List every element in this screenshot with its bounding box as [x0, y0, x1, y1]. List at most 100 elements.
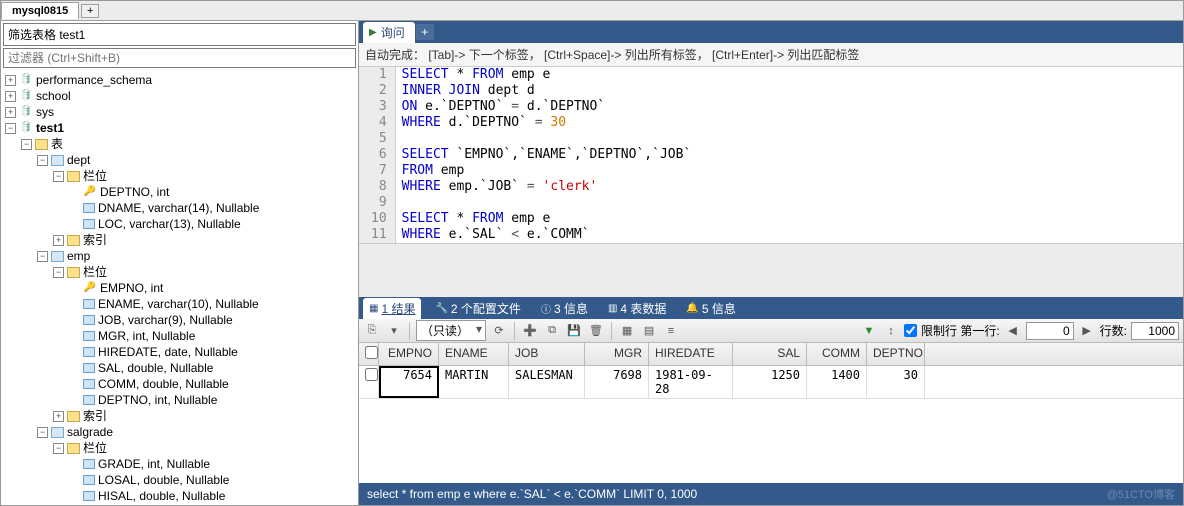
cell-mgr[interactable]: 7698	[585, 366, 649, 398]
cell-hiredate[interactable]: 1981-09-28	[649, 366, 733, 398]
code-area[interactable]: SELECT * FROM emp eINNER JOIN dept dON e…	[396, 67, 698, 243]
schema-tree[interactable]: +🛢performance_schema+🛢school+🛢sys−🛢test1…	[1, 70, 358, 505]
copy-icon[interactable]: ⧉	[543, 322, 561, 340]
tree-item[interactable]: MGR, int, Nullable	[5, 328, 356, 344]
tree-icon	[67, 267, 80, 278]
cell-empno[interactable]: 7654	[379, 366, 439, 398]
header-checkbox[interactable]	[359, 343, 379, 365]
table-row[interactable]: 7654 MARTIN SALESMAN 7698 1981-09-28 125…	[359, 366, 1183, 399]
connection-tabs: mysql0815 +	[1, 1, 1183, 21]
query-tabs: ▶ 询问 +	[359, 21, 1183, 43]
tree-icon: 🛢	[19, 89, 33, 103]
tree-item[interactable]: −🛢test1	[5, 120, 356, 136]
tree-item[interactable]: 🔑EMPNO, int	[5, 280, 356, 296]
tree-item[interactable]: −dept	[5, 152, 356, 168]
limit-checkbox[interactable]	[904, 324, 917, 337]
view-grid-icon[interactable]: ▦	[618, 322, 636, 340]
tab-result-5[interactable]: 🔔5 信息	[680, 298, 741, 319]
tree-item[interactable]: JOB, varchar(9), Nullable	[5, 312, 356, 328]
first-row-input[interactable]	[1026, 322, 1074, 340]
filter-input[interactable]	[3, 48, 356, 68]
col-deptno[interactable]: DEPTNO	[867, 343, 925, 365]
tree-item[interactable]: HIREDATE, date, Nullable	[5, 344, 356, 360]
cell-ename[interactable]: MARTIN	[439, 366, 509, 398]
tree-icon: 🔑	[83, 281, 97, 295]
add-query-tab[interactable]: +	[416, 24, 434, 40]
tree-item[interactable]: −表	[5, 136, 356, 152]
tree-item[interactable]: −salgrade	[5, 424, 356, 440]
tree-item[interactable]: +🛢performance_schema	[5, 72, 356, 88]
tree-icon	[83, 491, 95, 501]
tree-icon	[83, 219, 95, 229]
cell-deptno[interactable]: 30	[867, 366, 925, 398]
tree-item[interactable]: −栏位	[5, 264, 356, 280]
delete-icon[interactable]: 🗑	[587, 322, 605, 340]
tree-item[interactable]: COMM, double, Nullable	[5, 376, 356, 392]
col-ename[interactable]: ENAME	[439, 343, 509, 365]
tree-item[interactable]: DEPTNO, int, Nullable	[5, 392, 356, 408]
dropdown-icon[interactable]: ▾	[385, 322, 403, 340]
filter-title: 筛选表格 test1	[3, 23, 356, 46]
tree-item[interactable]: LOC, varchar(13), Nullable	[5, 216, 356, 232]
tree-icon	[83, 347, 95, 357]
tab-result-1[interactable]: ▦1 结果	[363, 298, 421, 319]
result-grid[interactable]: EMPNO ENAME JOB MGR HIREDATE SAL COMM DE…	[359, 343, 1183, 399]
tree-icon	[51, 427, 64, 438]
tree-item[interactable]: LOSAL, double, Nullable	[5, 472, 356, 488]
result-toolbar: ⎘ ▾ （只读） ⟳ ➕ ⧉ 💾 🗑 ▦ ▤ ≡ ▼ ↕ 限制行 第一行:	[359, 319, 1183, 343]
tab-result-2[interactable]: 🔧2 个配置文件	[429, 298, 526, 319]
tree-item[interactable]: −emp	[5, 248, 356, 264]
sort-icon[interactable]: ↕	[882, 322, 900, 340]
tree-icon: 🛢	[19, 73, 33, 87]
filter-icon[interactable]: ▼	[860, 322, 878, 340]
tree-icon	[83, 315, 95, 325]
refresh-icon[interactable]: ⟳	[490, 322, 508, 340]
tree-item[interactable]: SAL, double, Nullable	[5, 360, 356, 376]
col-hiredate[interactable]: HIREDATE	[649, 343, 733, 365]
cell-sal[interactable]: 1250	[733, 366, 807, 398]
readonly-select[interactable]: （只读）	[416, 320, 486, 341]
tree-item[interactable]: +索引	[5, 504, 356, 505]
tree-icon	[83, 331, 95, 341]
grid-header: EMPNO ENAME JOB MGR HIREDATE SAL COMM DE…	[359, 343, 1183, 366]
add-tab-button[interactable]: +	[81, 4, 99, 18]
tab-query[interactable]: ▶ 询问	[363, 22, 415, 43]
col-job[interactable]: JOB	[509, 343, 585, 365]
tab-connection[interactable]: mysql0815	[1, 2, 79, 19]
tree-item[interactable]: +索引	[5, 408, 356, 424]
export-icon[interactable]: ⎘	[363, 322, 381, 340]
col-empno[interactable]: EMPNO	[379, 343, 439, 365]
prev-page-icon[interactable]: ◀	[1004, 322, 1022, 340]
row-checkbox[interactable]	[359, 366, 379, 398]
tree-item[interactable]: 🔑DEPTNO, int	[5, 184, 356, 200]
col-comm[interactable]: COMM	[807, 343, 867, 365]
cell-comm[interactable]: 1400	[807, 366, 867, 398]
status-text: select * from emp e where e.`SAL` < e.`C…	[367, 487, 697, 501]
tree-item[interactable]: HISAL, double, Nullable	[5, 488, 356, 504]
splitter-gap[interactable]	[359, 243, 1183, 297]
tree-item[interactable]: +索引	[5, 232, 356, 248]
next-page-icon[interactable]: ▶	[1078, 322, 1096, 340]
col-sal[interactable]: SAL	[733, 343, 807, 365]
info-icon: 🔔	[686, 303, 698, 314]
rows-input[interactable]	[1131, 322, 1179, 340]
sql-editor[interactable]: 1234567891011 SELECT * FROM emp eINNER J…	[359, 67, 1183, 243]
tree-item[interactable]: DNAME, varchar(14), Nullable	[5, 200, 356, 216]
tree-item[interactable]: ENAME, varchar(10), Nullable	[5, 296, 356, 312]
tree-item[interactable]: +🛢sys	[5, 104, 356, 120]
tree-item[interactable]: −栏位	[5, 440, 356, 456]
cell-job[interactable]: SALESMAN	[509, 366, 585, 398]
info-icon: ⓘ	[541, 301, 551, 316]
grid-icon: ▦	[369, 303, 378, 314]
table-icon: ▥	[608, 303, 617, 314]
tree-item[interactable]: +🛢school	[5, 88, 356, 104]
col-mgr[interactable]: MGR	[585, 343, 649, 365]
view-text-icon[interactable]: ≡	[662, 322, 680, 340]
tab-result-3[interactable]: ⓘ3 信息	[535, 298, 594, 319]
view-form-icon[interactable]: ▤	[640, 322, 658, 340]
insert-icon[interactable]: ➕	[521, 322, 539, 340]
tree-item[interactable]: GRADE, int, Nullable	[5, 456, 356, 472]
save-icon[interactable]: 💾	[565, 322, 583, 340]
tab-result-4[interactable]: ▥4 表数据	[602, 298, 672, 319]
tree-item[interactable]: −栏位	[5, 168, 356, 184]
